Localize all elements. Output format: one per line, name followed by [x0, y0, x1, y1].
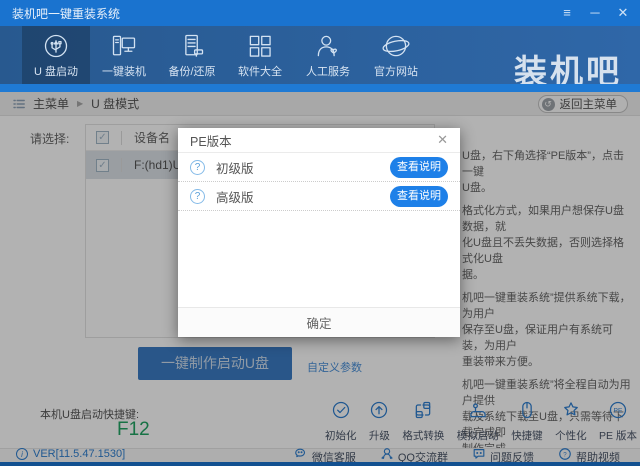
pe-basic-label: 初级版	[216, 158, 390, 177]
minimize-icon[interactable]: ─	[584, 2, 606, 24]
pe-version-dialog: PE版本 ✕ ? 初级版 查看说明 ? 高级版 查看说明 确定	[178, 128, 460, 337]
pe-basic-row: ? 初级版 查看说明	[178, 153, 460, 182]
question-circle-icon[interactable]: ?	[190, 160, 205, 175]
ok-button[interactable]: 确定	[286, 313, 351, 332]
nav-item-label: U 盘启动	[34, 63, 78, 79]
dialog-title: PE版本	[190, 131, 437, 150]
nav-item-backup-restore[interactable]: 备份/还原	[158, 26, 226, 84]
nav-item-usb-boot[interactable]: U 盘启动	[22, 26, 90, 84]
software-grid-icon	[246, 32, 274, 60]
nav-item-label: 官方网站	[374, 63, 418, 79]
dialog-footer: 确定	[178, 307, 460, 337]
window-controls: ≡ ─ ✕	[556, 0, 634, 26]
nav-item-manual-service[interactable]: 人工服务	[294, 26, 362, 84]
nav-item-label: 人工服务	[306, 63, 350, 79]
menu-icon[interactable]: ≡	[556, 2, 578, 24]
close-icon[interactable]: ✕	[612, 2, 634, 24]
dialog-empty-space	[178, 211, 460, 307]
header-accent-strip	[0, 84, 640, 92]
nav-item-official-website[interactable]: 官方网站	[362, 26, 430, 84]
usb-icon	[42, 32, 70, 60]
dialog-title-row: PE版本 ✕	[178, 128, 460, 153]
nav-item-label: 软件大全	[238, 63, 282, 79]
pe-advanced-label: 高级版	[216, 187, 390, 206]
nav-item-one-key-install[interactable]: 一键装机	[90, 26, 158, 84]
nav-item-label: 一键装机	[102, 63, 146, 79]
app-window: 装机吧一键重装系统 ≡ ─ ✕ U 盘启动 一键装机 备份/还原	[0, 0, 640, 466]
person-service-icon	[314, 32, 342, 60]
titlebar: 装机吧一键重装系统 ≡ ─ ✕	[0, 0, 640, 26]
question-circle-icon[interactable]: ?	[190, 189, 205, 204]
backup-icon	[178, 32, 206, 60]
pe-advanced-row: ? 高级版 查看说明	[178, 182, 460, 211]
dialog-close-icon[interactable]: ✕	[437, 132, 448, 148]
main-nav: U 盘启动 一键装机 备份/还原 软件大全 人工服务	[0, 26, 640, 84]
window-title: 装机吧一键重装系统	[0, 5, 120, 22]
computer-icon	[110, 32, 138, 60]
view-description-button[interactable]: 查看说明	[390, 157, 448, 178]
nav-item-label: 备份/还原	[168, 63, 215, 79]
nav-item-software-collection[interactable]: 软件大全	[226, 26, 294, 84]
view-description-button[interactable]: 查看说明	[390, 186, 448, 207]
globe-icon	[382, 32, 410, 60]
